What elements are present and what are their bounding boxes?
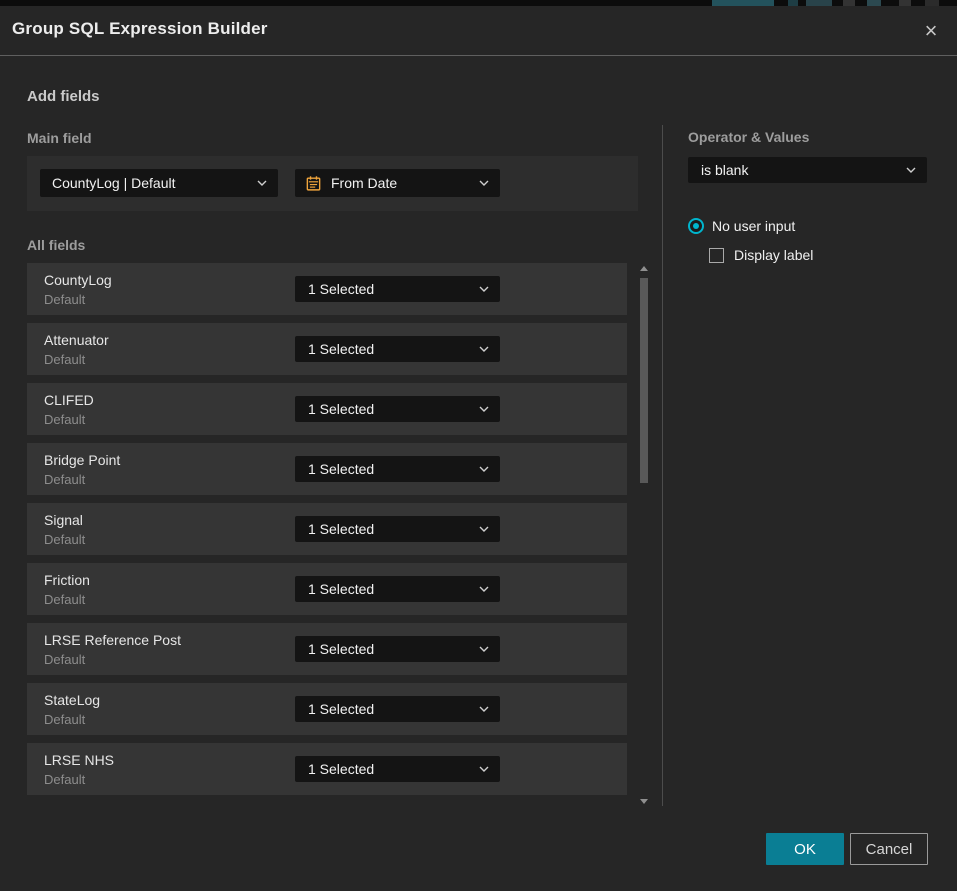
chevron-down-icon: [479, 586, 489, 592]
field-name: Attenuator: [44, 332, 109, 348]
layer-select-value: CountyLog | Default: [52, 175, 176, 191]
field-name: CountyLog: [44, 272, 112, 288]
field-name: StateLog: [44, 692, 100, 708]
field-selection-dropdown-label: 1 Selected: [308, 761, 374, 777]
field-row: Signal Default 1 Selected: [27, 503, 627, 555]
field-sublabel: Default: [44, 412, 85, 427]
field-selection-dropdown[interactable]: 1 Selected: [295, 636, 500, 662]
field-row: CLIFED Default 1 Selected: [27, 383, 627, 435]
display-label-label: Display label: [734, 247, 813, 263]
radio-selected-icon: [688, 218, 704, 234]
scroll-down-icon[interactable]: [640, 799, 648, 804]
chevron-down-icon: [479, 466, 489, 472]
scroll-up-icon[interactable]: [640, 266, 648, 271]
chevron-down-icon: [479, 180, 489, 186]
screen: Group SQL Expression Builder × Add field…: [0, 0, 957, 891]
display-label-checkbox[interactable]: Display label: [709, 247, 813, 263]
all-fields-label: All fields: [27, 237, 85, 253]
field-row: LRSE NHS Default 1 Selected: [27, 743, 627, 795]
chevron-down-icon: [479, 406, 489, 412]
no-user-input-label: No user input: [712, 218, 795, 234]
main-field-select-value: From Date: [331, 175, 397, 191]
field-selection-dropdown-label: 1 Selected: [308, 281, 374, 297]
field-row: CountyLog Default 1 Selected: [27, 263, 627, 315]
field-sublabel: Default: [44, 592, 85, 607]
field-name: Signal: [44, 512, 83, 528]
field-selection-dropdown[interactable]: 1 Selected: [295, 576, 500, 602]
field-row: Friction Default 1 Selected: [27, 563, 627, 615]
chevron-down-icon: [479, 346, 489, 352]
field-selection-dropdown[interactable]: 1 Selected: [295, 696, 500, 722]
field-row: Bridge Point Default 1 Selected: [27, 443, 627, 495]
field-selection-dropdown-label: 1 Selected: [308, 521, 374, 537]
chevron-down-icon: [257, 180, 267, 186]
field-selection-dropdown-label: 1 Selected: [308, 401, 374, 417]
no-user-input-radio[interactable]: No user input: [688, 218, 795, 234]
field-sublabel: Default: [44, 292, 85, 307]
field-selection-dropdown[interactable]: 1 Selected: [295, 516, 500, 542]
chevron-down-icon: [906, 167, 916, 173]
main-field-panel: CountyLog | Default From Date: [27, 156, 638, 211]
field-selection-dropdown-label: 1 Selected: [308, 641, 374, 657]
field-selection-dropdown[interactable]: 1 Selected: [295, 396, 500, 422]
layer-select-dropdown[interactable]: CountyLog | Default: [40, 169, 278, 197]
field-row: StateLog Default 1 Selected: [27, 683, 627, 735]
field-sublabel: Default: [44, 532, 85, 547]
scrollbar-thumb[interactable]: [640, 278, 648, 483]
field-row: LRSE Reference Post Default 1 Selected: [27, 623, 627, 675]
cancel-button[interactable]: Cancel: [850, 833, 928, 865]
field-sublabel: Default: [44, 472, 85, 487]
checkbox-unchecked-icon: [709, 248, 724, 263]
field-sublabel: Default: [44, 352, 85, 367]
chevron-down-icon: [479, 286, 489, 292]
chevron-down-icon: [479, 706, 489, 712]
panel-divider: [662, 125, 663, 806]
group-sql-expression-builder-dialog: Group SQL Expression Builder × Add field…: [0, 6, 957, 891]
field-selection-dropdown[interactable]: 1 Selected: [295, 336, 500, 362]
field-name: LRSE Reference Post: [44, 632, 181, 648]
field-row: Attenuator Default 1 Selected: [27, 323, 627, 375]
field-selection-dropdown[interactable]: 1 Selected: [295, 456, 500, 482]
all-fields-list: CountyLog Default 1 Selected Attenuator …: [27, 263, 627, 795]
operator-dropdown[interactable]: is blank: [688, 157, 927, 183]
field-name: Friction: [44, 572, 90, 588]
field-name: Bridge Point: [44, 452, 120, 468]
dialog-titlebar: Group SQL Expression Builder ×: [0, 6, 957, 56]
field-sublabel: Default: [44, 652, 85, 667]
main-field-select-dropdown[interactable]: From Date: [295, 169, 500, 197]
field-selection-dropdown-label: 1 Selected: [308, 341, 374, 357]
dialog-title: Group SQL Expression Builder: [12, 19, 268, 39]
field-selection-dropdown-label: 1 Selected: [308, 701, 374, 717]
operator-value: is blank: [701, 162, 748, 178]
field-selection-dropdown[interactable]: 1 Selected: [295, 756, 500, 782]
field-name: CLIFED: [44, 392, 94, 408]
chevron-down-icon: [479, 766, 489, 772]
ok-button[interactable]: OK: [766, 833, 844, 865]
operator-values-label: Operator & Values: [688, 129, 809, 145]
main-field-label: Main field: [27, 130, 92, 146]
field-name: LRSE NHS: [44, 752, 114, 768]
close-icon[interactable]: ×: [918, 18, 944, 44]
add-fields-heading: Add fields: [27, 88, 100, 105]
field-selection-dropdown-label: 1 Selected: [308, 461, 374, 477]
field-selection-dropdown[interactable]: 1 Selected: [295, 276, 500, 302]
chevron-down-icon: [479, 526, 489, 532]
field-sublabel: Default: [44, 712, 85, 727]
field-sublabel: Default: [44, 772, 85, 787]
fields-list-scrollbar[interactable]: [637, 262, 651, 806]
calendar-date-icon: [305, 175, 322, 192]
field-selection-dropdown-label: 1 Selected: [308, 581, 374, 597]
chevron-down-icon: [479, 646, 489, 652]
